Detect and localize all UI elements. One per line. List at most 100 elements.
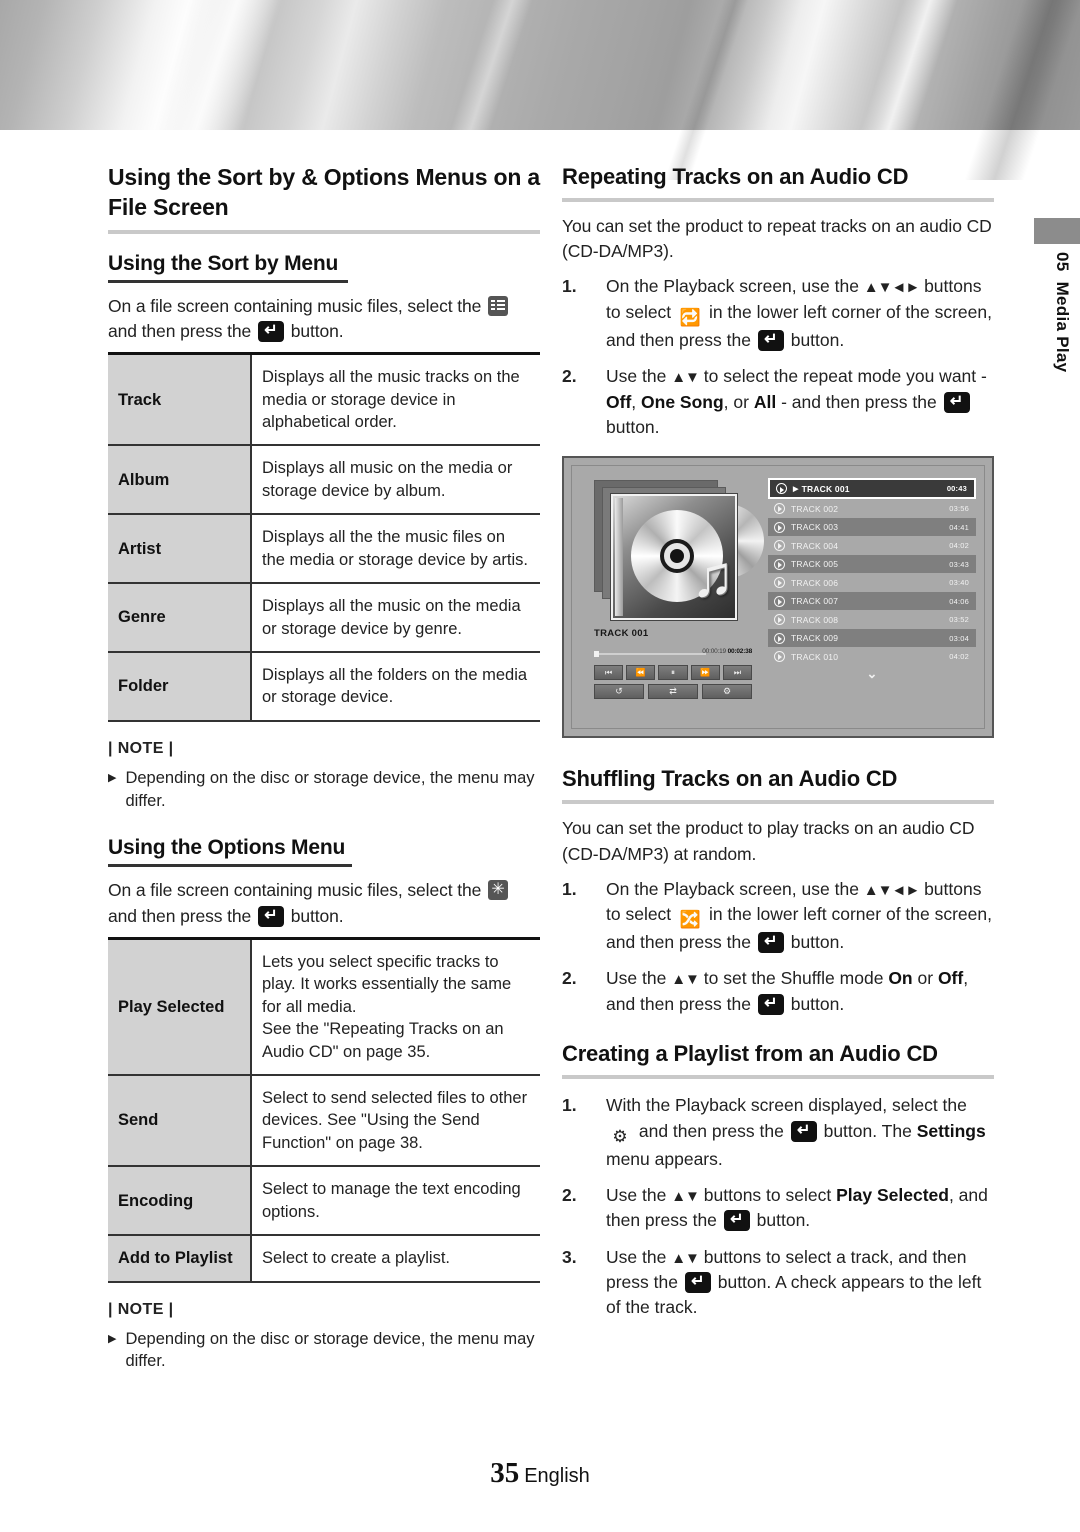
step-text-part: menu appears. xyxy=(606,1148,723,1169)
enter-button-icon xyxy=(790,1120,817,1142)
fast-forward-button[interactable]: ⏩ xyxy=(690,665,720,681)
step-item: 2. Use the ▲▼ to select the repeat mode … xyxy=(562,364,994,440)
seek-bar-handle[interactable] xyxy=(594,651,599,658)
repeat-button[interactable]: ↺ xyxy=(594,684,644,700)
chapter-number: 05 xyxy=(1053,252,1072,272)
row-value: Select to create a playlist. xyxy=(262,1249,451,1268)
play-icon xyxy=(774,558,785,570)
row-value: Displays all music on the media or stora… xyxy=(262,459,513,500)
next-track-button[interactable]: ⏭ xyxy=(722,665,753,681)
track-row[interactable]: TRACK 010 04:02 xyxy=(768,647,976,666)
playlist-steps: 1. With the Playback screen displayed, s… xyxy=(562,1093,994,1321)
sort-list-icon xyxy=(488,295,509,316)
track-row[interactable]: TRACK 007 04:06 xyxy=(768,591,976,611)
options-gear-icon xyxy=(488,878,509,901)
rewind-button[interactable]: ⏪ xyxy=(626,665,656,681)
track-time: 03:43 xyxy=(949,559,969,569)
track-time: 00:43 xyxy=(946,484,967,494)
enter-button-icon xyxy=(757,329,784,351)
options-intro-part3: button. xyxy=(290,905,344,926)
shuffle-off: Off xyxy=(937,968,964,989)
step-text: On the Playback screen, use the ▲▼◄► but… xyxy=(606,877,994,956)
step-text-part: button. xyxy=(790,932,845,953)
shuffling-steps: 1. On the Playback screen, use the ▲▼◄► … xyxy=(562,877,994,1018)
sort-by-table: Track Displays all the music tracks on t… xyxy=(108,352,540,722)
track-row[interactable]: TRACK 005 03:43 xyxy=(768,554,976,574)
elapsed-time: 00:00:19 xyxy=(702,648,726,656)
track-row[interactable]: TRACK 006 03:40 xyxy=(768,573,976,592)
track-row[interactable]: TRACK 009 03:04 xyxy=(768,628,976,648)
row-key: Encoding xyxy=(108,1166,252,1236)
row-key: Folder xyxy=(108,652,252,721)
enter-button-icon xyxy=(757,932,784,954)
options-menu-heading-rule xyxy=(108,864,352,868)
pause-button[interactable]: ⏸ xyxy=(658,665,688,681)
sort-by-heading-rule xyxy=(108,279,348,283)
shuffling-intro: You can set the product to play tracks o… xyxy=(562,818,975,864)
prev-track-button[interactable]: ⏮ xyxy=(594,665,624,681)
step-number: 1. xyxy=(562,878,577,899)
options-intro-part2: and then press the xyxy=(108,905,252,926)
track-row[interactable]: TRACK 002 03:56 xyxy=(768,499,976,518)
shuffling-heading-rule xyxy=(562,800,994,805)
mode-off: Off xyxy=(606,391,632,412)
track-row[interactable]: TRACK 004 04:02 xyxy=(768,536,976,555)
step-item: 2. Use the ▲▼ buttons to select Play Sel… xyxy=(562,1183,994,1234)
row-value: Displays all the music on the media or s… xyxy=(262,597,521,638)
step-number: 2. xyxy=(562,1184,577,1205)
track-name: TRACK 005 xyxy=(791,559,839,570)
table-row: Folder Displays all the folders on the m… xyxy=(108,652,540,721)
row-value: Displays all the folders on the media or… xyxy=(262,666,528,707)
row-value: Displays all the the music files on the … xyxy=(262,528,528,569)
track-name: TRACK 010 xyxy=(791,651,839,662)
track-name: TRACK 001 xyxy=(801,483,850,494)
shuffling-heading: Shuffling Tracks on an Audio CD xyxy=(562,766,898,792)
seek-bar[interactable]: 00:00:19 00:02:38 xyxy=(594,648,752,658)
enter-button-icon xyxy=(943,391,970,413)
step-text-part: button. The xyxy=(823,1120,912,1141)
sort-by-intro-part3: button. xyxy=(290,320,344,341)
track-list: ▶ TRACK 001 00:43 TRACK 002 03:56 TRACK … xyxy=(768,478,976,681)
step-text-part: buttons to select xyxy=(703,1184,832,1205)
step-text-part: button. xyxy=(790,993,845,1014)
manual-page: 05 Media Play Using the Sort by & Option… xyxy=(0,0,1080,1532)
dpad-arrows-icon: ▲▼ xyxy=(671,1187,700,1205)
sort-by-heading: Using the Sort by Menu xyxy=(108,251,339,275)
step-text: On the Playback screen, use the ▲▼◄► but… xyxy=(606,274,994,353)
step-text-part: On the Playback screen, use the xyxy=(606,276,859,297)
row-key: Genre xyxy=(108,583,252,653)
track-row[interactable]: TRACK 003 04:41 xyxy=(768,517,976,537)
row-value: Select to send selected files to other d… xyxy=(262,1089,528,1152)
playlist-heading: Creating a Playlist from an Audio CD xyxy=(562,1041,938,1067)
track-row-selected[interactable]: ▶ TRACK 001 00:43 xyxy=(768,478,976,500)
settings-button[interactable]: ⚙ xyxy=(702,684,752,700)
banner-streak xyxy=(134,0,296,180)
row-key: Track xyxy=(108,353,252,446)
row-key: Album xyxy=(108,445,252,515)
now-playing-indicator-icon: ▶ xyxy=(793,485,799,493)
step-number: 2. xyxy=(562,366,577,387)
left-column: Using the Sort by & Options Menus on a F… xyxy=(108,162,540,1373)
enter-button-icon xyxy=(684,1272,711,1294)
cd-disc-hub xyxy=(660,539,694,574)
enter-button-icon xyxy=(257,320,284,342)
shuffle-button[interactable]: ⇄ xyxy=(648,684,698,700)
track-time: 03:04 xyxy=(949,633,969,643)
dpad-arrows-icon: ▲▼◄► xyxy=(863,881,920,899)
mode-one-song: One Song xyxy=(641,391,724,412)
step-item: 1. With the Playback screen displayed, s… xyxy=(562,1093,994,1172)
track-row[interactable]: TRACK 008 03:52 xyxy=(768,610,976,629)
banner-streak xyxy=(434,0,546,180)
options-menu-heading: Using the Options Menu xyxy=(108,836,346,860)
step-text-part: button. xyxy=(606,416,660,437)
chapter-tab-label: 05 Media Play xyxy=(1042,252,1072,452)
settings-gear-icon: ⚙ xyxy=(612,1126,628,1146)
mode-button-row: ↺ ⇄ ⚙ xyxy=(594,684,752,700)
row-key: Play Selected xyxy=(108,938,252,1075)
note-text: Depending on the disc or storage device,… xyxy=(125,768,535,810)
play-icon xyxy=(774,632,785,644)
step-item: 3. Use the ▲▼ buttons to select a track,… xyxy=(562,1245,994,1321)
step-number: 2. xyxy=(562,968,577,989)
sort-by-intro: On a file screen containing music files,… xyxy=(108,294,540,344)
scroll-down-chevron-icon[interactable]: ⌄ xyxy=(768,666,976,681)
